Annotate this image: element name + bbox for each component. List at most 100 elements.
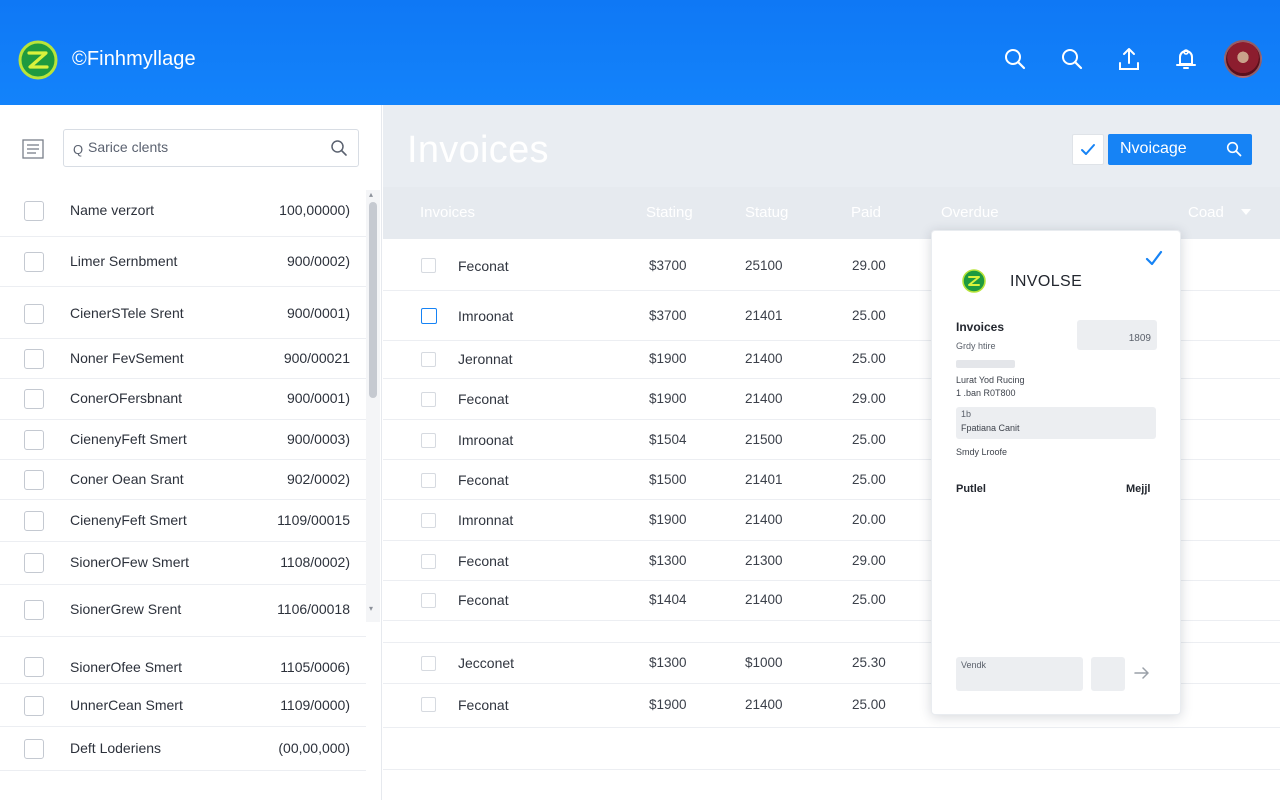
- client-search-input[interactable]: [88, 139, 318, 155]
- invoice-name: Imroonat: [458, 432, 514, 448]
- arrow-right-icon[interactable]: [1134, 666, 1150, 680]
- client-checkbox[interactable]: [24, 600, 44, 620]
- sort-caret-icon[interactable]: [1240, 207, 1252, 217]
- row-checkbox[interactable]: [421, 352, 436, 367]
- client-row[interactable]: CienenyFeft Smert 1109/00015: [0, 500, 366, 542]
- invoice-paid: 20.00: [852, 512, 886, 527]
- row-checkbox[interactable]: [421, 258, 436, 273]
- upload-icon[interactable]: [1115, 44, 1143, 74]
- new-invoice-button[interactable]: Nvoicage: [1108, 134, 1252, 165]
- confirm-button[interactable]: [1072, 134, 1104, 165]
- client-checkbox[interactable]: [24, 657, 44, 677]
- client-row[interactable]: Limer Sernbment 900/0002): [0, 237, 366, 287]
- row-checkbox[interactable]: [421, 308, 437, 324]
- row-checkbox[interactable]: [421, 593, 436, 608]
- search-icon[interactable]: [1001, 44, 1029, 74]
- send-field[interactable]: Vendk: [956, 657, 1083, 691]
- user-avatar[interactable]: [1224, 40, 1262, 78]
- client-checkbox[interactable]: [24, 304, 44, 324]
- scroll-up-arrow[interactable]: ▴: [369, 190, 373, 199]
- row-checkbox[interactable]: [421, 513, 436, 528]
- client-row[interactable]: Noner FevSement 900/00021: [0, 339, 366, 379]
- client-row[interactable]: CienerSTele Srent 900/0001): [0, 287, 366, 339]
- client-name: ConerOFersbnant: [70, 390, 183, 406]
- column-header-coad[interactable]: Coad: [1188, 204, 1224, 221]
- client-row[interactable]: Deft Loderiens (00,00,000): [0, 727, 366, 771]
- card-section-title: Invoices: [956, 320, 1005, 334]
- client-checkbox[interactable]: [24, 430, 44, 450]
- invoice-name: Feconat: [458, 258, 509, 274]
- client-name: CienenyFeft Smert: [70, 431, 187, 447]
- client-checkbox[interactable]: [24, 201, 44, 221]
- column-header-overdue[interactable]: Overdue: [941, 204, 999, 221]
- logo-icon[interactable]: [18, 40, 58, 80]
- client-checkbox[interactable]: [24, 553, 44, 573]
- client-amount: 1105/0006): [280, 659, 350, 675]
- search-icon[interactable]: [1058, 44, 1086, 74]
- invoice-paid: 25.00: [852, 432, 886, 447]
- invoice-name: Feconat: [458, 391, 509, 407]
- client-row[interactable]: SionerGrew Srent 1106/00018: [0, 585, 366, 637]
- client-row[interactable]: Name verzort 100,00000): [0, 185, 366, 237]
- row-checkbox[interactable]: [421, 697, 436, 712]
- column-header-invoices[interactable]: Invoices: [420, 204, 475, 221]
- client-checkbox[interactable]: [24, 349, 44, 369]
- invoice-name: Imronnat: [458, 512, 514, 528]
- client-checkbox[interactable]: [24, 389, 44, 409]
- scrollbar-thumb[interactable]: [369, 202, 377, 398]
- row-checkbox[interactable]: [421, 392, 436, 407]
- card-address-line1: Lurat Yod Rucing: [956, 375, 1025, 385]
- payment-field-label: 1b: [961, 409, 972, 419]
- row-checkbox[interactable]: [421, 656, 436, 671]
- client-amount: 100,00000): [279, 202, 350, 218]
- action-button[interactable]: [1091, 657, 1125, 691]
- client-row[interactable]: CienenyFeft Smert 900/0003): [0, 420, 366, 460]
- card-title: INVOLSE: [1010, 273, 1083, 290]
- client-row[interactable]: Coner Oean Srant 902/0002): [0, 460, 366, 500]
- menu-icon[interactable]: [22, 139, 44, 159]
- column-header-paid[interactable]: Paid: [851, 204, 881, 221]
- sidebar-scrollbar[interactable]: ▴ ▾: [366, 190, 380, 622]
- client-row[interactable]: ConerOFersbnant 900/0001): [0, 379, 366, 420]
- logo-icon: [962, 269, 986, 293]
- page-header: Invoices Nvoicage: [383, 105, 1280, 187]
- invoice-paid: 25.00: [852, 351, 886, 366]
- search-icon[interactable]: [330, 139, 348, 157]
- invoice-name: Imroonat: [458, 308, 514, 324]
- client-search-box[interactable]: Q: [63, 129, 359, 167]
- column-header-status[interactable]: Statug: [745, 204, 788, 221]
- client-checkbox[interactable]: [24, 739, 44, 759]
- row-checkbox[interactable]: [421, 433, 436, 448]
- amount-field[interactable]: 1809: [1077, 320, 1157, 350]
- invoice-stating: $1900: [649, 697, 687, 712]
- client-checkbox[interactable]: [24, 511, 44, 531]
- invoice-paid: 29.00: [852, 391, 886, 406]
- check-icon[interactable]: [1145, 249, 1163, 267]
- client-row[interactable]: UnnerCean Smert 1109/0000): [0, 684, 366, 727]
- payment-field[interactable]: 1b Fpatiana Canit: [956, 407, 1156, 439]
- client-row[interactable]: SionerOfee Smert 1105/0006): [0, 637, 366, 684]
- payment-field-value: Fpatiana Canit: [961, 423, 1020, 433]
- check-icon: [1081, 143, 1095, 155]
- client-amount: 1109/0000): [280, 697, 350, 713]
- client-checkbox[interactable]: [24, 696, 44, 716]
- client-amount: 1108/0002): [280, 554, 350, 570]
- client-amount: 1109/00015: [277, 512, 350, 528]
- invoice-status: 21400: [745, 391, 783, 406]
- client-checkbox[interactable]: [24, 470, 44, 490]
- row-checkbox[interactable]: [421, 554, 436, 569]
- client-name: Limer Sernbment: [70, 253, 178, 269]
- table-empty-row: [383, 728, 1280, 770]
- column-header-stating[interactable]: Stating: [646, 204, 693, 221]
- invoice-status: 21400: [745, 512, 783, 527]
- invoice-stating: $1300: [649, 553, 687, 568]
- client-row[interactable]: SionerOFew Smert 1108/0002): [0, 542, 366, 585]
- invoice-paid: 25.00: [852, 472, 886, 487]
- client-amount: 900/0002): [286, 253, 350, 269]
- scroll-down-arrow[interactable]: ▾: [369, 604, 373, 613]
- row-checkbox[interactable]: [421, 473, 436, 488]
- bell-icon[interactable]: [1172, 44, 1200, 74]
- client-name: SionerGrew Srent: [70, 601, 182, 617]
- invoice-name: Jeronnat: [458, 351, 513, 367]
- client-checkbox[interactable]: [24, 252, 44, 272]
